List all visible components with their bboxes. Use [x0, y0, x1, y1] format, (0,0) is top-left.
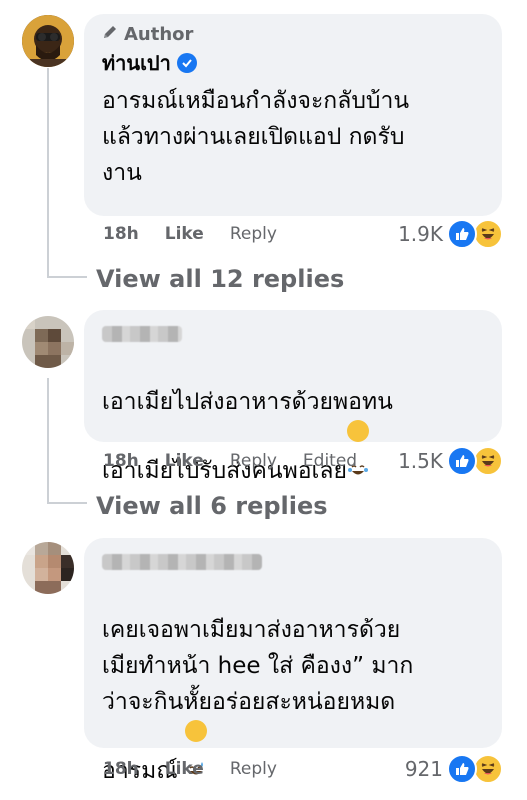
- reaction-summary[interactable]: 1.5K: [398, 446, 503, 476]
- verified-badge-icon: [176, 53, 197, 73]
- commenter-name[interactable]: ท่านเปา: [102, 47, 171, 79]
- reaction-count: 1.5K: [398, 449, 443, 473]
- thread-line-2-elbow: [47, 502, 87, 504]
- view-replies-link-1[interactable]: View all 12 replies: [96, 265, 344, 293]
- timestamp[interactable]: 18h: [103, 759, 139, 779]
- laughing-face-icon: [473, 446, 503, 476]
- comment-actions-1: 18h Like Reply 1.9K: [103, 219, 503, 249]
- thumbs-up-icon: [447, 446, 477, 476]
- reply-button[interactable]: Reply: [230, 451, 277, 471]
- reaction-summary[interactable]: 921: [405, 754, 503, 784]
- avatar-author[interactable]: [22, 15, 74, 67]
- thumbs-up-icon: [447, 219, 477, 249]
- comment-bubble-1: Author ท่านเปา อารมณ์เหมือนกำลังจะกลับบ้…: [84, 14, 502, 216]
- pencil-icon: [102, 24, 118, 45]
- like-button[interactable]: Like: [165, 224, 204, 244]
- reaction-summary[interactable]: 1.9K: [398, 219, 503, 249]
- laughing-face-icon: [473, 754, 503, 784]
- thread-line-1-elbow: [47, 276, 87, 278]
- comment-actions-3: 18h Like Reply 921: [103, 754, 503, 784]
- reaction-count: 1.9K: [398, 222, 443, 246]
- thread-line-1: [47, 68, 49, 278]
- reply-button[interactable]: Reply: [230, 224, 277, 244]
- comment-bubble-3: เคยเจอพาเมียมาส่งอาหารด้วย เมียทำหน้า he…: [84, 538, 502, 784]
- comment-text: อารมณ์เหมือนกำลังจะกลับบ้าน แล้วทางผ่านเ…: [102, 88, 410, 186]
- grinning-sweat-icon: [184, 720, 207, 775]
- comment-bubble-2: เอาเมียไปส่งอาหารด้วยพอทน เอาเมียไปรับส่…: [84, 310, 502, 484]
- view-replies-link-2[interactable]: View all 6 replies: [96, 492, 328, 520]
- avatar-commenter-2[interactable]: [22, 316, 74, 368]
- thumbs-up-icon: [447, 754, 477, 784]
- avatar-commenter-3[interactable]: [22, 542, 74, 594]
- edited-label: Edited: [302, 451, 358, 471]
- timestamp[interactable]: 18h: [103, 224, 139, 244]
- author-badge: Author: [102, 24, 484, 45]
- like-button[interactable]: Like: [165, 451, 204, 471]
- author-badge-label: Author: [124, 24, 194, 45]
- timestamp[interactable]: 18h: [103, 451, 139, 471]
- thread-line-2: [47, 378, 49, 503]
- reaction-count: 921: [404, 757, 443, 781]
- commenter-name-blurred[interactable]: [102, 326, 182, 342]
- commenter-name-blurred[interactable]: [102, 554, 262, 570]
- laughing-tears-icon: [347, 420, 369, 475]
- laughing-face-icon: [473, 219, 503, 249]
- comment-actions-2: 18h Like Reply Edited 1.5K: [103, 446, 503, 476]
- like-button[interactable]: Like: [165, 759, 204, 779]
- reply-button[interactable]: Reply: [230, 759, 277, 779]
